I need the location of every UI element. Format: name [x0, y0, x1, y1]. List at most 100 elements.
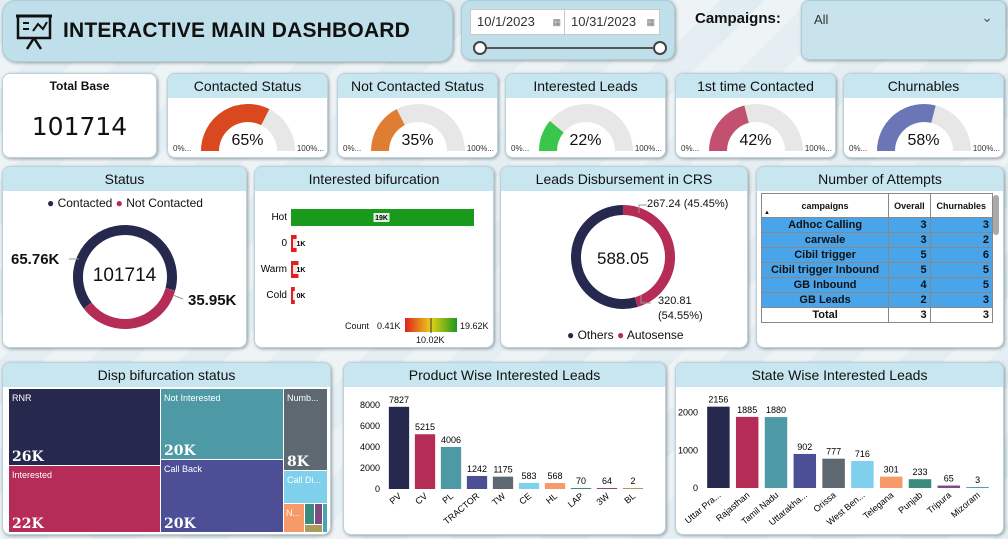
interested-bifurcation-chart: Hot 19K 0 1K Warm 1K Cold 0K [261, 209, 474, 333]
end-date-input[interactable]: 10/31/2023 ▦ [564, 9, 660, 35]
cell-overall: 3 [888, 217, 931, 233]
bar [544, 483, 566, 489]
col-campaigns[interactable]: campaigns ▲ [760, 193, 890, 218]
y-tick-label: 0 [375, 484, 380, 494]
x-tick-label: BL [622, 491, 637, 506]
bar [793, 453, 817, 488]
gauge-max-label: 100%... [466, 144, 494, 153]
gauge-churnables: Churnables 58% 0%... 100%... [843, 73, 1004, 158]
treemap-tile-call-disconnected[interactable]: Call Di... [284, 471, 327, 503]
table-row[interactable]: GB Inbound 4 5 [760, 277, 994, 293]
treemap-tile-call-back[interactable]: Call Back 20K [161, 460, 283, 532]
cell-churnables: 2 [929, 232, 994, 248]
legend-min-value: 0.41K [377, 321, 401, 331]
treemap-tile-number[interactable]: Numb... 8K [284, 389, 327, 470]
bar-data-label: 568 [547, 471, 562, 481]
treemap-tile-small[interactable] [305, 504, 314, 524]
tile-label: N... [286, 508, 301, 518]
calendar-icon[interactable]: ▦ [646, 10, 655, 34]
tile-label: Numb... [287, 393, 319, 403]
x-tick-label: TW [490, 491, 508, 508]
cell-overall: 5 [888, 262, 931, 278]
date-slider-end-handle[interactable] [653, 41, 667, 55]
donut-slice [83, 287, 176, 329]
chevron-down-icon[interactable]: ⌄ [981, 9, 993, 26]
cell-churnables: 5 [929, 277, 994, 293]
cell-total-overall: 3 [888, 307, 931, 323]
attempts-title: Number of Attempts [757, 167, 1003, 191]
tile-label: Call Di... [287, 475, 322, 485]
bar-data-label: 583 [521, 471, 536, 481]
cell-total-label: Total [760, 307, 890, 323]
treemap-tile-n[interactable]: N... [284, 504, 304, 532]
state-bar-chart: 0100020002156Uttar Pra...1885Rajasthan18… [678, 395, 989, 527]
bar-data-label: 301 [884, 465, 899, 475]
gauge-max-label: 100%... [634, 144, 662, 153]
x-tick-label: CE [517, 491, 533, 507]
table-scrollbar[interactable] [993, 195, 999, 235]
bar [466, 475, 488, 489]
y-tick-label: 8000 [360, 400, 380, 410]
table-row[interactable]: Adhoc Calling 3 3 [760, 217, 994, 233]
treemap-tile-small[interactable] [323, 504, 327, 532]
x-tick-label: CV [413, 491, 429, 507]
bar [707, 406, 730, 488]
start-date-input[interactable]: 10/1/2023 ▦ [470, 9, 566, 35]
treemap-tile-small[interactable] [305, 525, 322, 532]
attempts-table: campaigns ▲ Overall Churnables Adhoc Call… [760, 193, 994, 323]
date-slider-track[interactable] [480, 47, 660, 49]
crs-others-pct: (54.55%) [658, 310, 703, 322]
table-row[interactable]: Cibil trigger Inbound 5 5 [760, 262, 994, 278]
gauge-max-label: 100%... [804, 144, 832, 153]
date-slider-start-handle[interactable] [473, 41, 487, 55]
legend-max-value: 19.62K [460, 321, 489, 331]
total-base-card: Total Base 101714 [2, 73, 157, 158]
gauge-max-label: 100%... [972, 144, 1000, 153]
col-churnables[interactable]: Churnables [929, 193, 994, 218]
end-date-value: 10/31/2023 [571, 14, 637, 29]
leader-line [172, 294, 184, 300]
cell-churnables: 3 [929, 292, 994, 308]
cell-overall: 5 [888, 247, 931, 263]
page-title: INTERACTIVE MAIN DASHBOARD [63, 19, 411, 42]
bar-data-label: 233 [912, 467, 927, 477]
treemap-tile-rnr[interactable]: RNR 26K [9, 389, 160, 465]
cell-churnables: 5 [929, 262, 994, 278]
calendar-icon[interactable]: ▦ [552, 10, 561, 34]
product-bar-chart: 0 2000 4000 6000 8000 7827 PV 5215 CV 4006 PL 1242 T… [360, 395, 644, 526]
bar [518, 482, 540, 489]
cell-overall: 4 [888, 277, 931, 293]
status-center-value: 101714 [92, 265, 157, 286]
x-tick-label: Telegana [861, 490, 895, 521]
bar-data-label: 70 [576, 476, 586, 486]
bar-category-label: Cold [266, 290, 287, 301]
sort-up-icon[interactable]: ▲ [764, 210, 770, 216]
gauge-interested-leads: Interested Leads 22% 0%... 100%... [505, 73, 666, 158]
gauge-not-contacted-status: Not Contacted Status 35% 0%... 100%... [337, 73, 498, 158]
y-tick-label: 2000 [678, 408, 698, 418]
bar-data-label: 1175 [493, 465, 512, 475]
bar [735, 416, 759, 488]
table-row[interactable]: carwale 3 2 [760, 232, 994, 248]
treemap-tile-interested[interactable]: Interested 22K [9, 466, 160, 532]
product-wise-card: Product Wise Interested Leads 0 2000 4000 6… [343, 362, 666, 535]
tile-label: Not Interested [164, 393, 221, 403]
crs-autosense-label: 267.24 (45.45%) [647, 198, 729, 210]
tile-value: 26K [12, 449, 44, 465]
x-tick-label: HL [544, 491, 559, 506]
col-overall[interactable]: Overall [888, 193, 931, 218]
table-row[interactable]: GB Leads 2 3 [760, 292, 994, 308]
bar [966, 487, 989, 488]
cell-campaign: Cibil trigger [760, 247, 890, 263]
date-range-slicer[interactable]: 10/1/2023 ▦ 10/31/2023 ▦ [461, 0, 675, 60]
treemap-tile-not-interested[interactable]: Not Interested 20K [161, 389, 283, 459]
campaigns-label: Campaigns: [695, 10, 781, 27]
table-row[interactable]: Cibil trigger 5 6 [760, 247, 994, 263]
treemap-tile-small[interactable] [315, 504, 322, 524]
campaigns-dropdown[interactable]: All ⌄ [801, 0, 1006, 60]
bar-data-label: 4006 [441, 435, 461, 445]
bar-data-label: 1880 [766, 405, 786, 415]
tile-label: RNR [12, 393, 32, 403]
start-date-value: 10/1/2023 [477, 14, 535, 29]
cell-total-churnables: 3 [929, 307, 994, 323]
